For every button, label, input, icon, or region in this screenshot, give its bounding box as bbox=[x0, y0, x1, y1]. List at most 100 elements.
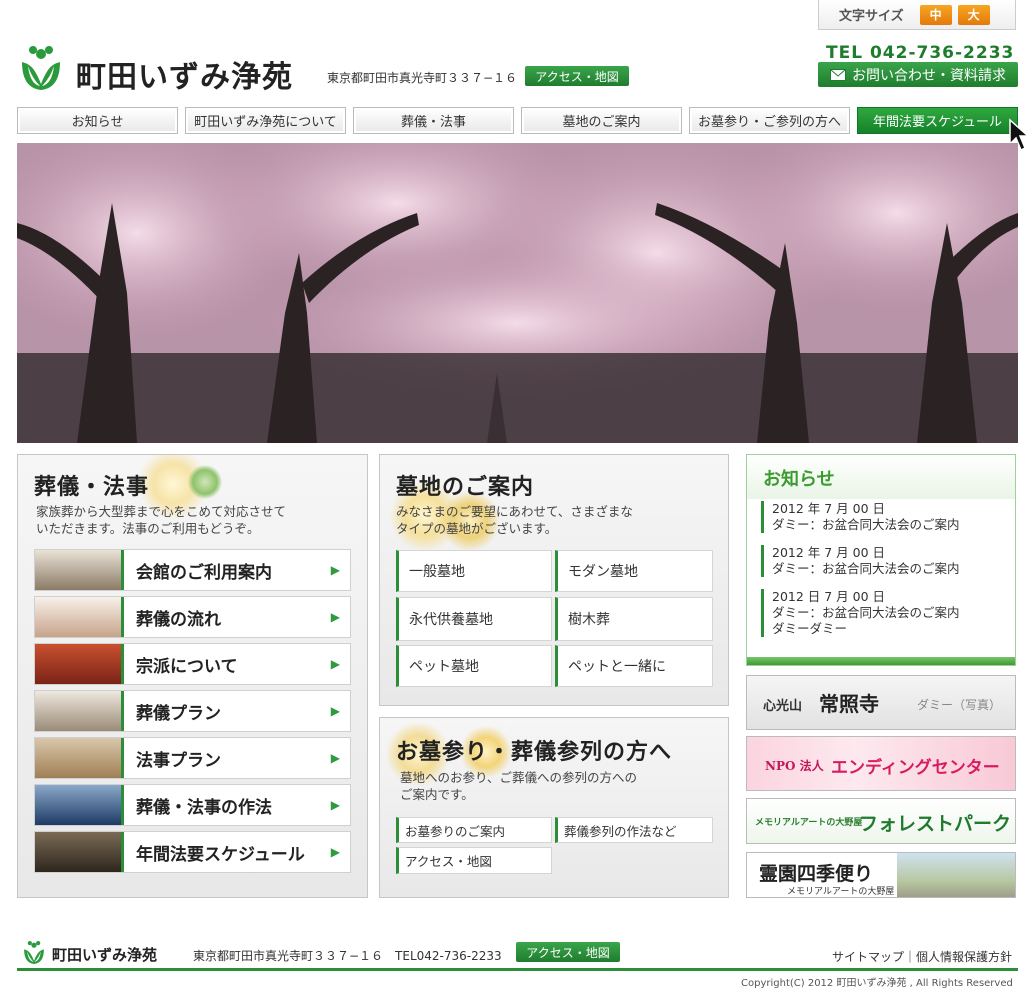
cherry-blossom-illustration bbox=[17, 143, 1018, 443]
news-date: 2012 日 7 月 00 日 bbox=[772, 589, 886, 604]
nav-item-cemetery[interactable]: 墓地のご案内 bbox=[521, 107, 682, 134]
footer-site-title[interactable]: 町田いずみ浄苑 bbox=[52, 944, 157, 965]
privacy-policy-link[interactable]: 個人情報保護方針 bbox=[916, 950, 1012, 964]
plan-thumbnail bbox=[35, 691, 121, 731]
funeral-menu-label: 葬儀プラン bbox=[136, 703, 221, 724]
visitors-panel-description-1: 墓地へのお参り、ご葬儀への参列の方への bbox=[400, 770, 638, 785]
nav-item-schedule[interactable]: 年間法要スケジュール bbox=[857, 107, 1018, 134]
news-item[interactable]: 2012 年 7 月 00 日 ダミー：お盆合同大法会のご案内 bbox=[761, 501, 960, 533]
hero-image-cherry-blossoms bbox=[17, 143, 1018, 443]
funeral-menu-hall[interactable]: 会館のご利用案内 ▶ bbox=[34, 549, 351, 591]
funeral-menu-label: 葬儀・法事の作法 bbox=[136, 797, 272, 818]
font-size-selector: 文字サイズ 中 大 bbox=[818, 0, 1016, 30]
news-date: 2012 年 7 月 00 日 bbox=[772, 501, 886, 516]
news-panel-title[interactable]: お知らせ bbox=[763, 465, 835, 491]
forest-name: フォレストパーク bbox=[859, 813, 1012, 835]
contact-button[interactable]: お問い合わせ・資料請求 bbox=[818, 62, 1018, 87]
news-text: ダミー：お盆合同大法会のご案内 bbox=[772, 517, 960, 532]
access-map-button[interactable]: アクセス・地図 bbox=[525, 66, 629, 86]
funeral-menu-label: 会館のご利用案内 bbox=[136, 562, 272, 583]
nav-item-funeral[interactable]: 葬儀・法事 bbox=[353, 107, 514, 134]
nav-item-visitors[interactable]: お墓参り・ご参列の方へ bbox=[689, 107, 850, 134]
footer-logo-icon[interactable] bbox=[22, 940, 46, 965]
temple-banner[interactable]: 心光山 常照寺 ダミー（写真） bbox=[746, 675, 1016, 730]
sects-thumbnail bbox=[35, 644, 121, 684]
funeral-menu-label: 年間法要スケジュール bbox=[136, 844, 305, 865]
cemetery-general-button[interactable]: 一般墓地 bbox=[396, 550, 552, 592]
temple-prefix: 心光山 bbox=[763, 699, 803, 714]
news-text: ダミー：お盆合同大法会のご案内 bbox=[772, 561, 960, 576]
font-size-large-button[interactable]: 大 bbox=[957, 4, 990, 25]
funeral-menu-flow[interactable]: 葬儀の流れ ▶ bbox=[34, 596, 351, 638]
nav-item-news[interactable]: お知らせ bbox=[17, 107, 178, 134]
header-address: 東京都町田市真光寺町３３７−１６ bbox=[327, 71, 518, 85]
funeral-menu-memorial-plan[interactable]: 法事プラン ▶ bbox=[34, 737, 351, 779]
flow-thumbnail bbox=[35, 597, 121, 637]
mail-icon bbox=[830, 68, 846, 81]
cemetery-tree-burial-button[interactable]: 樹木葬 bbox=[555, 597, 713, 641]
cemetery-panel-description-2: タイプの墓地がございます。 bbox=[396, 521, 558, 536]
cemetery-pet-button[interactable]: ペット墓地 bbox=[396, 645, 552, 687]
funeral-menu-label: 法事プラン bbox=[136, 750, 221, 771]
npo-prefix: NPO 法人 bbox=[765, 759, 824, 773]
site-title[interactable]: 町田いずみ浄苑 bbox=[76, 52, 293, 96]
funeral-menu-sects[interactable]: 宗派について ▶ bbox=[34, 643, 351, 685]
arrow-right-icon: ▶ bbox=[330, 563, 340, 577]
nav-item-about[interactable]: 町田いずみ浄苑について bbox=[185, 107, 346, 134]
funeral-menu-label: 宗派について bbox=[136, 656, 238, 677]
news-item[interactable]: 2012 日 7 月 00 日 ダミー：お盆合同大法会のご案内 ダミーダミー bbox=[761, 589, 960, 637]
funeral-menu-label: 葬儀の流れ bbox=[136, 609, 221, 630]
seasons-title: 霊園四季便り bbox=[759, 863, 874, 885]
funeral-panel-description-2: いただきます。法事のご利用もどうぞ。 bbox=[36, 521, 260, 536]
news-text: ダミー：お盆合同大法会のご案内 bbox=[772, 605, 960, 620]
global-nav: お知らせ 町田いずみ浄苑について 葬儀・法事 墓地のご案内 お墓参り・ご参列の方… bbox=[17, 107, 1018, 134]
arrow-right-icon: ▶ bbox=[330, 751, 340, 765]
npo-name: エンディングセンター bbox=[831, 758, 1000, 778]
cemetery-photo bbox=[897, 853, 1015, 897]
footer-links: サイトマップ｜個人情報保護方針 bbox=[832, 948, 1012, 965]
hall-thumbnail bbox=[35, 550, 121, 590]
seasons-subtitle: メモリアルアートの大野屋 bbox=[787, 887, 895, 897]
cemetery-panel-title: 墓地のご案内 bbox=[396, 474, 535, 500]
phone-number: TEL 042-736-2233 bbox=[826, 43, 1015, 63]
logo-icon[interactable] bbox=[18, 44, 64, 92]
footer-access-map-button[interactable]: アクセス・地図 bbox=[516, 942, 620, 962]
visitors-panel-description-2: ご案内です。 bbox=[400, 787, 474, 802]
cemetery-modern-button[interactable]: モダン墓地 bbox=[555, 550, 713, 592]
npo-ending-center-banner[interactable]: NPO 法人 エンディングセンター bbox=[746, 736, 1016, 791]
news-text-continued: ダミーダミー bbox=[772, 621, 848, 636]
arrow-right-icon: ▶ bbox=[330, 798, 340, 812]
footer-link-divider: ｜ bbox=[904, 950, 917, 964]
font-size-label: 文字サイズ bbox=[839, 9, 904, 24]
news-panel: お知らせ 2012 年 7 月 00 日 ダミー：お盆合同大法会のご案内 201… bbox=[746, 454, 1016, 666]
funeral-menu-plan[interactable]: 葬儀プラン ▶ bbox=[34, 690, 351, 732]
etiquette-thumbnail bbox=[35, 785, 121, 825]
news-item[interactable]: 2012 年 7 月 00 日 ダミー：お盆合同大法会のご案内 bbox=[761, 545, 960, 577]
funeral-panel-description-1: 家族葬から大型葬まで心をこめて対応させて bbox=[36, 504, 287, 519]
schedule-thumbnail bbox=[35, 832, 121, 872]
font-size-medium-button[interactable]: 中 bbox=[919, 4, 952, 25]
cemetery-panel-description-1: みなさまのご要望にあわせて、さまざまな bbox=[396, 504, 633, 519]
funeral-menu-schedule[interactable]: 年間法要スケジュール ▶ bbox=[34, 831, 351, 873]
sitemap-link[interactable]: サイトマップ bbox=[832, 950, 904, 964]
visitors-access-map-button[interactable]: アクセス・地図 bbox=[396, 847, 552, 874]
arrow-right-icon: ▶ bbox=[330, 704, 340, 718]
visitors-panel-title: お墓参り・葬儀参列の方へ bbox=[396, 739, 673, 765]
grave-visit-guide-button[interactable]: お墓参りのご案内 bbox=[396, 817, 552, 843]
visitors-panel: お墓参り・葬儀参列の方へ 墓地へのお参り、ご葬儀への参列の方への ご案内です。 … bbox=[379, 717, 729, 898]
footer-address: 東京都町田市真光寺町３３７−１６ TEL042-736-2233 bbox=[193, 949, 502, 963]
cemetery-panel: 墓地のご案内 みなさまのご要望にあわせて、さまざまな タイプの墓地がございます。… bbox=[379, 454, 729, 706]
funeral-panel-title: 葬儀・法事 bbox=[34, 474, 150, 500]
cemetery-with-pet-button[interactable]: ペットと一緒に bbox=[555, 645, 713, 687]
forest-prefix: メモリアルアートの大野屋 bbox=[755, 818, 863, 828]
funeral-menu-etiquette[interactable]: 葬儀・法事の作法 ▶ bbox=[34, 784, 351, 826]
contact-button-label: お問い合わせ・資料請求 bbox=[852, 67, 1006, 84]
news-date: 2012 年 7 月 00 日 bbox=[772, 545, 886, 560]
funeral-etiquette-button[interactable]: 葬儀参列の作法など bbox=[555, 817, 713, 843]
arrow-right-icon: ▶ bbox=[330, 657, 340, 671]
forest-park-banner[interactable]: メモリアルアートの大野屋 フォレストパーク bbox=[746, 798, 1016, 844]
arrow-right-icon: ▶ bbox=[330, 610, 340, 624]
cemetery-perpetual-button[interactable]: 永代供養墓地 bbox=[396, 597, 552, 641]
cemetery-seasons-banner[interactable]: 霊園四季便り メモリアルアートの大野屋 bbox=[746, 852, 1016, 898]
temple-note: ダミー（写真） bbox=[917, 698, 1002, 712]
